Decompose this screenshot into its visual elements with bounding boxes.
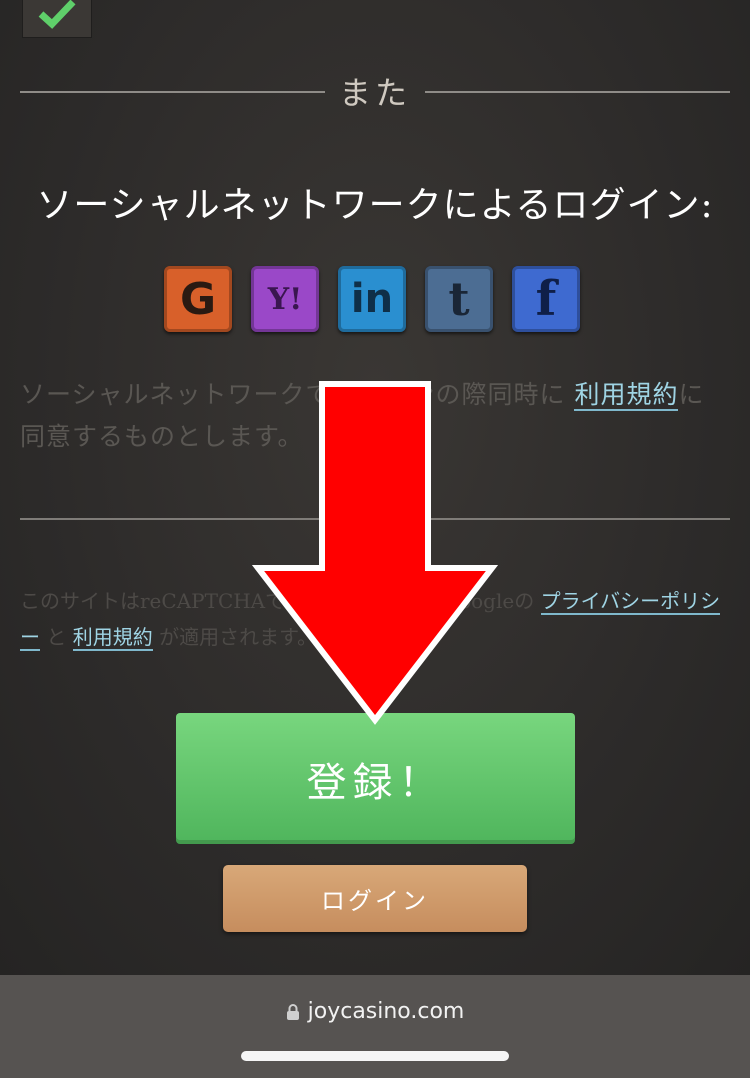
recaptcha-terms-link[interactable]: 利用規約 — [72, 625, 153, 651]
url-text: joycasino.com — [307, 999, 465, 1024]
arrow-shape — [252, 381, 498, 725]
linkedin-icon: in — [350, 276, 394, 322]
terms-link[interactable]: 利用規約 — [574, 380, 679, 411]
red-down-arrow — [252, 381, 498, 725]
home-indicator[interactable] — [241, 1051, 509, 1061]
lock-icon — [286, 1003, 299, 1020]
tumblr-icon: t — [448, 272, 470, 326]
login-button[interactable]: ログイン — [223, 865, 527, 932]
recaptcha-and: と — [40, 625, 73, 649]
agree-checkbox[interactable] — [22, 0, 92, 38]
tumblr-login-button[interactable]: t — [425, 266, 493, 332]
yahoo-icon: Y! — [267, 281, 303, 317]
social-login-title: ソーシャルネットワークによるログイン: — [36, 185, 714, 226]
social-login-buttons: G Y! in t f — [164, 266, 580, 332]
yahoo-login-button[interactable]: Y! — [251, 266, 319, 332]
google-login-button[interactable]: G — [164, 266, 232, 332]
register-button[interactable]: 登録！ — [176, 713, 575, 844]
browser-address-bar: joycasino.com — [0, 975, 750, 1078]
divider-line-right — [425, 91, 730, 93]
linkedin-login-button[interactable]: in — [338, 266, 406, 332]
or-divider: また — [20, 68, 730, 114]
google-icon: G — [179, 273, 217, 325]
facebook-icon: f — [535, 271, 557, 327]
url-display[interactable]: joycasino.com — [0, 999, 750, 1024]
facebook-login-button[interactable]: f — [512, 266, 580, 332]
registration-page: また ソーシャルネットワークによるログイン: G Y! in t f ソーシャル… — [0, 0, 750, 975]
checkmark-icon — [38, 0, 76, 29]
